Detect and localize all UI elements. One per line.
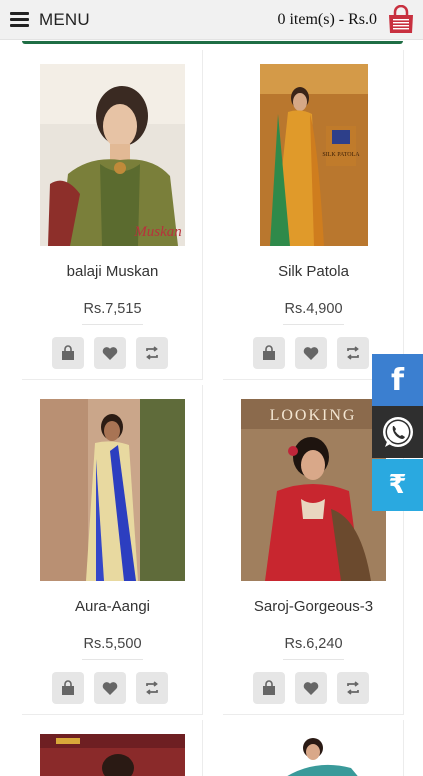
svg-text:SILK PATOLA: SILK PATOLA (322, 152, 360, 158)
price-divider (283, 659, 344, 660)
menu-button[interactable]: MENU (10, 10, 90, 30)
product-card[interactable] (223, 720, 404, 776)
product-price: Rs.6,240 (284, 636, 343, 652)
cart-bag-icon (263, 345, 275, 360)
add-to-cart-button[interactable] (52, 337, 84, 369)
hamburger-icon (10, 12, 29, 27)
product-actions (253, 337, 369, 369)
product-card[interactable]: Aura-Aangi Rs.5,500 (22, 385, 203, 715)
price-divider (82, 324, 143, 325)
product-photo (40, 734, 185, 776)
brand-text: Muskan (133, 224, 182, 240)
facebook-button[interactable]: f (372, 354, 423, 406)
product-photo (241, 734, 386, 776)
compare-button[interactable] (337, 672, 369, 704)
compare-button[interactable] (337, 337, 369, 369)
cart-bag-icon (62, 680, 74, 695)
heart-icon (102, 682, 118, 695)
wishlist-button[interactable] (295, 672, 327, 704)
product-card[interactable]: SILK PATOLA Silk Patola Rs.4,900 (223, 50, 404, 380)
cart-button[interactable]: 0 item(s) - Rs.0 (277, 4, 415, 35)
product-name[interactable]: Silk Patola (223, 263, 404, 280)
product-actions (52, 672, 168, 704)
wishlist-button[interactable] (94, 337, 126, 369)
facebook-icon: f (390, 362, 405, 398)
compare-icon (347, 346, 359, 360)
product-card[interactable]: Muskan balaji Muskan Rs.7,515 (22, 50, 203, 380)
compare-icon (146, 681, 158, 695)
whatsapp-icon (382, 417, 413, 447)
price-divider (283, 324, 344, 325)
product-price: Rs.5,500 (83, 636, 142, 652)
product-name[interactable]: Aura-Aangi (22, 598, 203, 615)
heart-icon (303, 682, 319, 695)
product-actions (253, 672, 369, 704)
menu-label: MENU (39, 9, 90, 29)
heart-icon (102, 347, 118, 360)
add-to-cart-button[interactable] (253, 672, 285, 704)
whatsapp-button[interactable] (372, 406, 423, 458)
brand-text: LOOKING (270, 407, 357, 424)
rupee-icon: ₹ (388, 470, 407, 500)
product-image[interactable]: SILK PATOLA (223, 64, 404, 246)
compare-icon (146, 346, 158, 360)
compare-icon (347, 681, 359, 695)
product-photo: SILK PATOLA (259, 64, 368, 246)
wishlist-button[interactable] (94, 672, 126, 704)
product-photo: LOOKING (241, 399, 386, 581)
wishlist-button[interactable] (295, 337, 327, 369)
shopping-bag-icon (389, 4, 413, 33)
cart-bag-icon (263, 680, 275, 695)
compare-button[interactable] (136, 672, 168, 704)
product-name[interactable]: Saroj-Gorgeous-3 (223, 598, 404, 615)
heart-icon (303, 347, 319, 360)
cart-bag-icon (62, 345, 74, 360)
product-image[interactable] (22, 734, 203, 776)
product-actions (52, 337, 168, 369)
product-price: Rs.7,515 (83, 301, 142, 317)
compare-button[interactable] (136, 337, 168, 369)
product-image[interactable]: Muskan (22, 64, 203, 246)
add-to-cart-button[interactable] (253, 337, 285, 369)
product-photo: Muskan (40, 64, 185, 246)
top-bar: MENU 0 item(s) - Rs.0 (0, 0, 423, 40)
product-name[interactable]: balaji Muskan (22, 263, 203, 280)
price-divider (82, 659, 143, 660)
product-photo (40, 399, 185, 581)
product-price: Rs.4,900 (284, 301, 343, 317)
add-to-cart-button[interactable] (52, 672, 84, 704)
rupee-button[interactable]: ₹ (372, 459, 423, 511)
product-image[interactable] (22, 399, 203, 581)
cart-summary: 0 item(s) - Rs.0 (277, 10, 377, 28)
product-card[interactable] (22, 720, 203, 776)
product-image[interactable] (223, 734, 404, 776)
